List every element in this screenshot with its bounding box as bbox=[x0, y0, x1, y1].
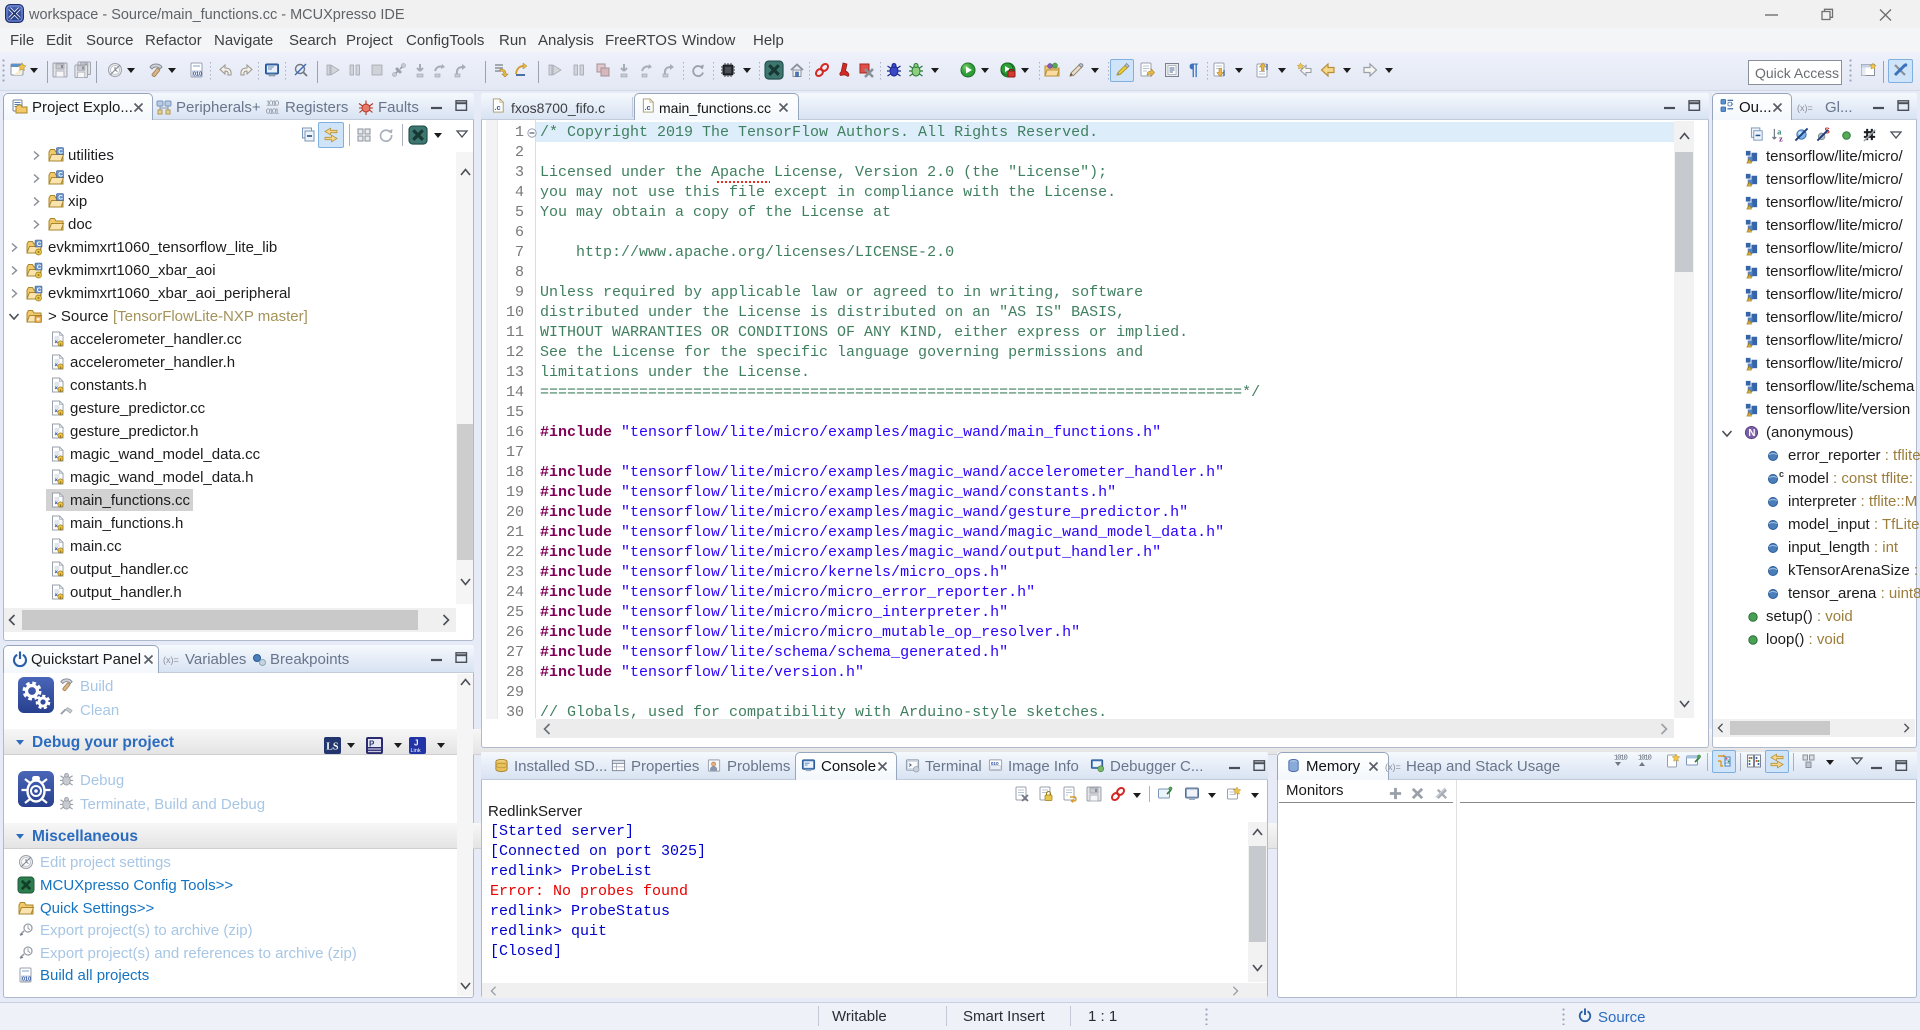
svg-text:LS: LS bbox=[326, 742, 339, 753]
svg-text:Link: Link bbox=[411, 748, 421, 754]
svg-text:P: P bbox=[369, 740, 375, 749]
svg-text:J: J bbox=[414, 739, 418, 748]
